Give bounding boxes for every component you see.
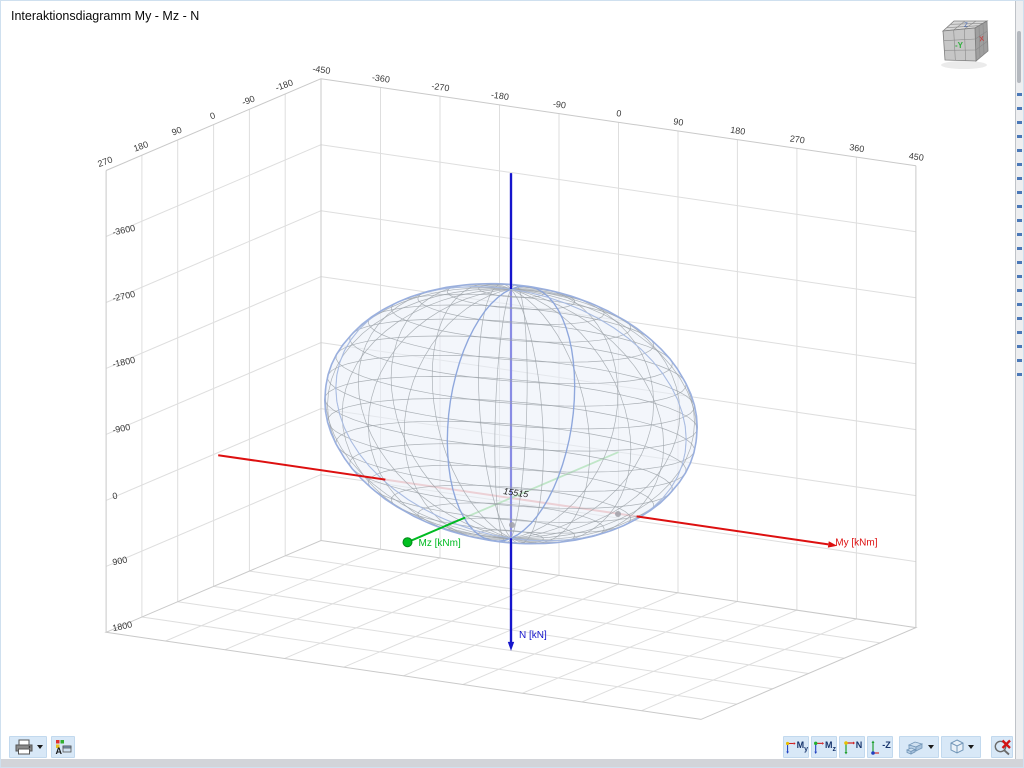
- svg-text:-180: -180: [490, 90, 509, 102]
- sliver-row-icon: [1017, 191, 1022, 194]
- view-along-my-button[interactable]: My: [783, 736, 809, 758]
- solid-blocks-icon: [905, 739, 925, 755]
- print-button[interactable]: [9, 736, 47, 758]
- cancel-zoom-button[interactable]: [991, 736, 1013, 758]
- display-properties-button[interactable]: A: [51, 736, 75, 758]
- sliver-row-icon: [1017, 317, 1022, 320]
- svg-text:-Y: -Y: [955, 41, 964, 50]
- svg-text:-900: -900: [111, 422, 131, 436]
- sliver-row-icon: [1017, 345, 1022, 348]
- view-mode-dropdown[interactable]: [899, 736, 939, 758]
- printer-icon: [14, 739, 34, 755]
- diagram-3d-view[interactable]: My [kNm]Mz [kNm]N [kN]15515-450-360-270-…: [1, 1, 1024, 768]
- view-along-mz-button[interactable]: Mz: [811, 736, 837, 758]
- svg-text:Mz [kNm]: Mz [kNm]: [419, 538, 461, 549]
- svg-text:450: 450: [908, 151, 924, 163]
- sliver-row-icon: [1017, 121, 1022, 124]
- sliver-row-icon: [1017, 107, 1022, 110]
- svg-text:N [kN]: N [kN]: [519, 630, 547, 641]
- svg-text:-90: -90: [241, 94, 257, 108]
- sliver-row-icon: [1017, 289, 1022, 292]
- adjacent-panel-sliver: [1015, 1, 1023, 759]
- svg-text:-2700: -2700: [111, 289, 136, 304]
- svg-text:Z: Z: [964, 23, 968, 29]
- sliver-row-icon: [1017, 359, 1022, 362]
- sliver-row-icon: [1017, 163, 1022, 166]
- svg-text:90: 90: [673, 116, 684, 127]
- view-along-n-button[interactable]: N: [839, 736, 865, 758]
- svg-text:270: 270: [96, 154, 114, 169]
- svg-text:0: 0: [111, 491, 118, 502]
- sliver-row-icon: [1017, 331, 1022, 334]
- svg-text:270: 270: [789, 133, 805, 145]
- svg-text:180: 180: [730, 125, 746, 137]
- sliver-row-icon: [1017, 247, 1022, 250]
- svg-text:90: 90: [170, 125, 183, 138]
- sliver-row-icon: [1017, 275, 1022, 278]
- panel-title: Interaktionsdiagramm My - Mz - N: [11, 9, 199, 23]
- axis-my-icon: [784, 740, 796, 755]
- sliver-row-icon: [1017, 373, 1022, 376]
- axis-minus-z-icon: [869, 740, 881, 755]
- dropdown-arrow-icon[interactable]: [968, 745, 974, 749]
- display-properties-icon: A: [54, 739, 72, 755]
- svg-text:-180: -180: [274, 77, 294, 93]
- svg-text:-450: -450: [312, 64, 331, 76]
- svg-text:A: A: [56, 746, 63, 755]
- dropdown-arrow-icon[interactable]: [37, 745, 43, 749]
- sliver-row-icon: [1017, 93, 1022, 96]
- svg-text:0: 0: [616, 108, 622, 119]
- sliver-row-icon: [1017, 149, 1022, 152]
- projection-mode-dropdown[interactable]: [941, 736, 981, 758]
- sliver-row-icon: [1017, 219, 1022, 222]
- navigation-cube[interactable]: -YXZ: [937, 15, 997, 71]
- cancel-zoom-icon: [993, 738, 1012, 756]
- svg-text:360: 360: [849, 142, 865, 154]
- svg-text:My [kNm]: My [kNm]: [835, 537, 877, 548]
- sliver-row-icon: [1017, 233, 1022, 236]
- sliver-row-icon: [1017, 261, 1022, 264]
- sliver-row-icon: [1017, 303, 1022, 306]
- svg-text:-3600: -3600: [111, 223, 136, 238]
- svg-text:1800: 1800: [111, 619, 133, 633]
- status-strip: [1, 759, 1023, 767]
- svg-text:180: 180: [132, 139, 150, 154]
- bottom-toolbar: A My Mz: [1, 735, 1023, 760]
- svg-text:0: 0: [209, 110, 217, 121]
- sliver-row-icon: [1017, 205, 1022, 208]
- interaction-diagram-panel: My [kNm]Mz [kNm]N [kN]15515-450-360-270-…: [0, 0, 1024, 768]
- sliver-scroll-thumb: [1017, 31, 1021, 83]
- axis-mz-icon: [812, 740, 824, 755]
- svg-text:-270: -270: [431, 81, 450, 93]
- sliver-row-icon: [1017, 135, 1022, 138]
- svg-text:-360: -360: [371, 72, 390, 84]
- view-minus-z-button[interactable]: -Z: [867, 736, 893, 758]
- svg-text:-1800: -1800: [111, 355, 136, 370]
- dropdown-arrow-icon[interactable]: [928, 745, 934, 749]
- sliver-row-icon: [1017, 177, 1022, 180]
- svg-text:-90: -90: [552, 99, 566, 111]
- svg-text:900: 900: [111, 554, 128, 567]
- wireframe-cube-icon: [949, 739, 965, 755]
- axis-n-icon: [842, 740, 855, 755]
